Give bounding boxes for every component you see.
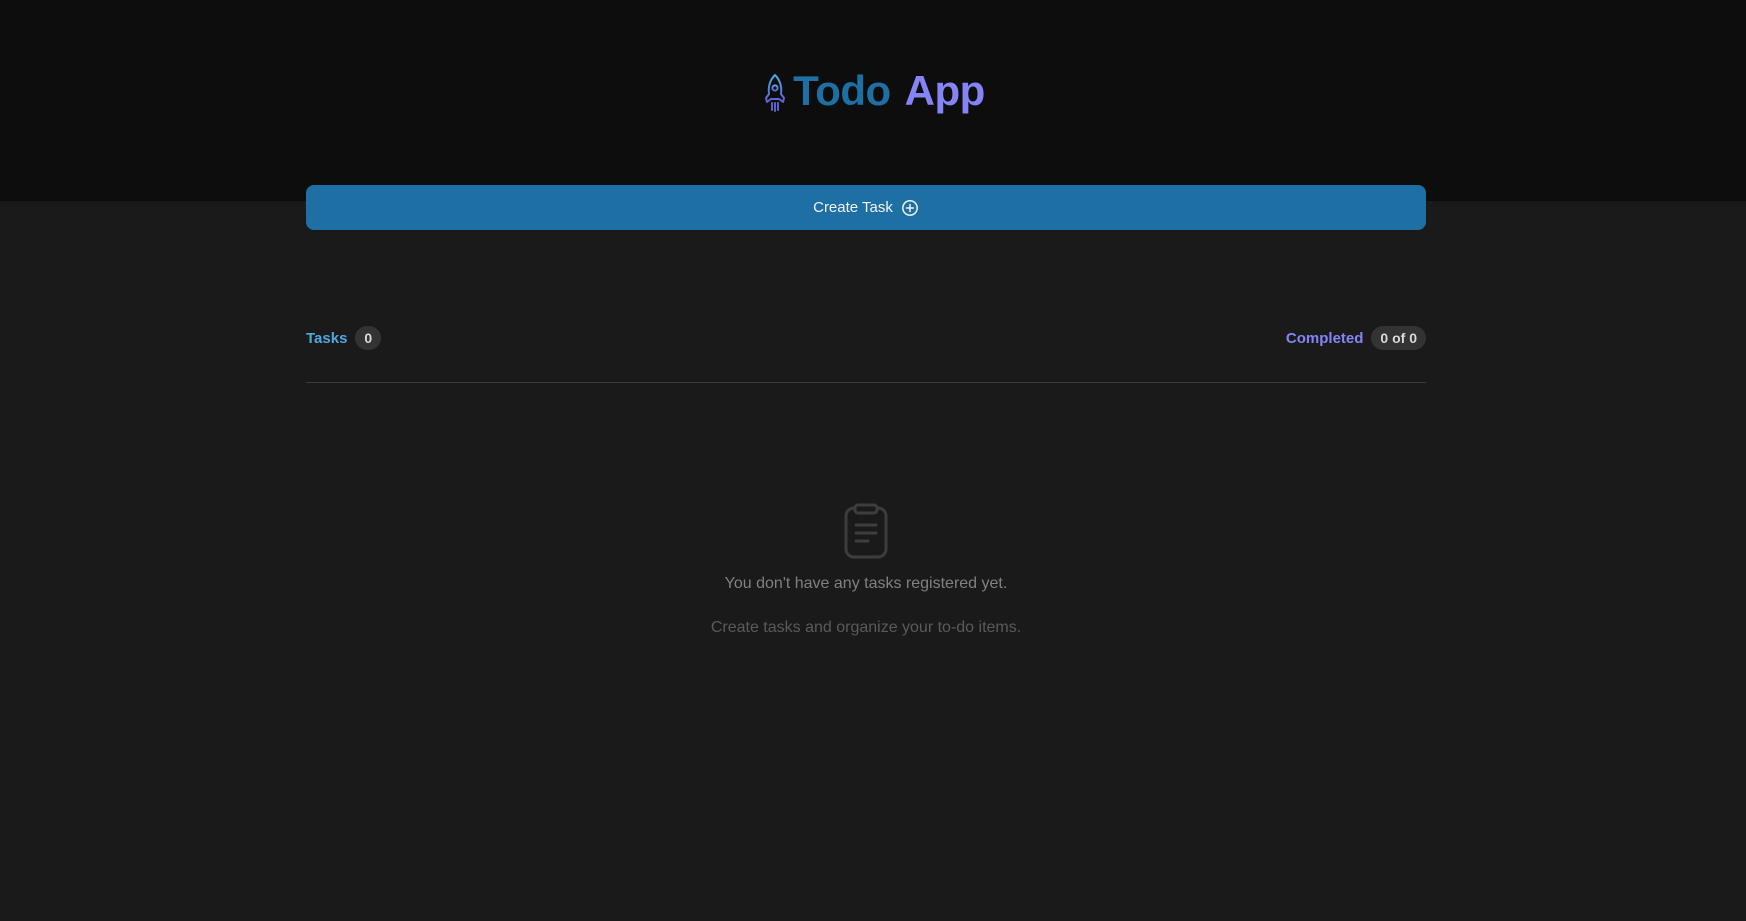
app-title-part2: App xyxy=(904,67,986,114)
app-title-part1: Todo xyxy=(793,67,891,114)
empty-state: You don't have any tasks registered yet.… xyxy=(306,503,1426,637)
plus-circle-icon xyxy=(901,199,918,216)
completed-label: Completed xyxy=(1285,329,1364,347)
tasks-count-badge: 0 xyxy=(355,326,382,350)
clipboard-icon xyxy=(844,503,888,559)
app-header: Todo App xyxy=(0,0,1746,201)
tasks-label: Tasks xyxy=(306,329,348,347)
create-task-label: Create Task xyxy=(813,199,893,216)
completed-count-badge: 0 of 0 xyxy=(1371,326,1426,350)
empty-hint: Create tasks and organize your to-do ite… xyxy=(710,619,1022,636)
tasks-counter: Tasks 0 xyxy=(306,326,382,350)
completed-counter: Completed 0 of 0 xyxy=(1286,326,1426,350)
create-task-button[interactable]: Create Task xyxy=(306,185,1426,230)
list-divider xyxy=(306,382,1426,383)
task-counters: Tasks 0 Completed 0 of 0 xyxy=(306,326,1426,350)
empty-message: You don't have any tasks registered yet. xyxy=(724,575,1008,592)
rocket-icon xyxy=(765,74,786,112)
app-logo: Todo App xyxy=(0,64,1746,118)
